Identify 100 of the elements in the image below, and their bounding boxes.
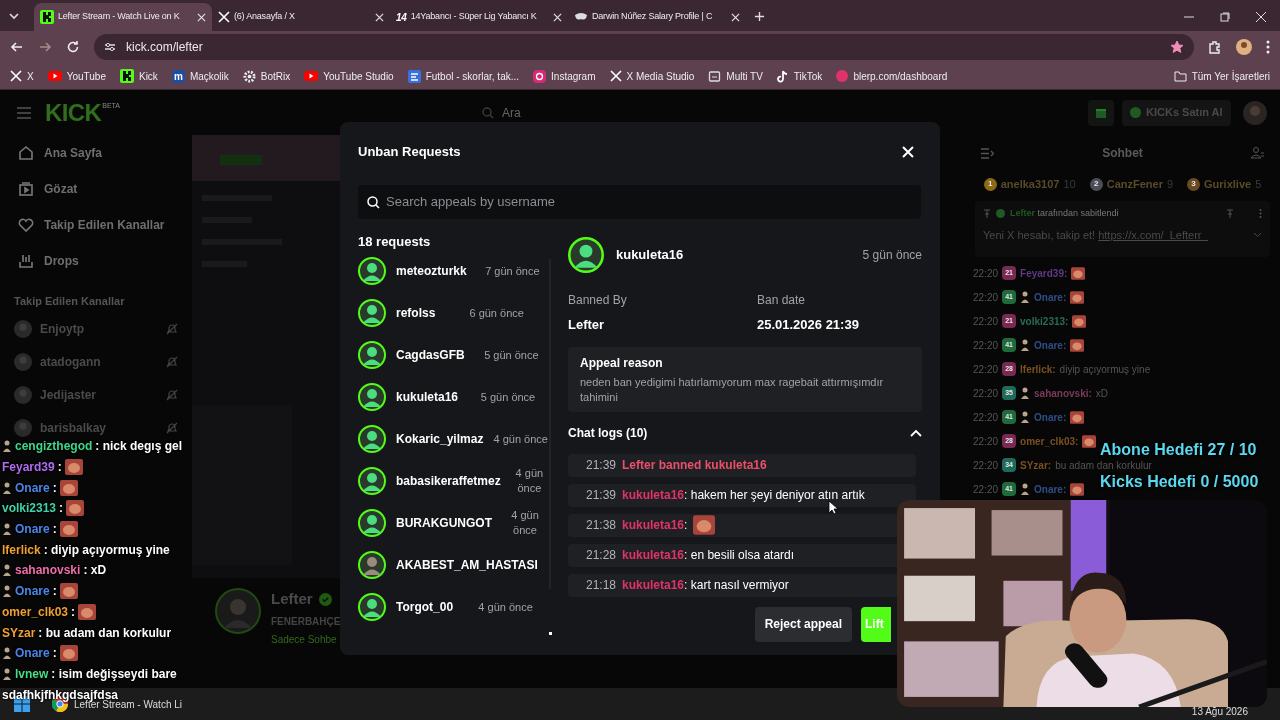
new-tab-icon[interactable]: [754, 11, 765, 22]
chat-username: Feyard39: [2, 459, 55, 477]
tab-list-icon[interactable]: [8, 10, 20, 22]
back-icon[interactable]: [10, 40, 24, 54]
request-item[interactable]: refolss 6 gün önce: [358, 292, 548, 334]
tv-icon: [708, 69, 722, 83]
x-logo-icon: [218, 11, 230, 23]
emote-icon: [1072, 314, 1087, 328]
avatar-icon: [358, 551, 386, 579]
log-message: : hakem her şeyi deniyor atın artık: [684, 487, 865, 504]
close-icon[interactable]: [375, 12, 384, 22]
figure-icon: [1020, 483, 1031, 495]
address-bar[interactable]: kick.com/lefter: [94, 34, 1194, 60]
mouse-cursor-icon: [828, 500, 838, 515]
reject-button[interactable]: Reject appeal: [754, 606, 852, 642]
folder-icon: [1173, 70, 1187, 82]
chat-message: diyip açıyormuş yine: [1059, 362, 1151, 377]
bookmark[interactable]: Instagram: [533, 68, 596, 84]
chat-message: xD: [1095, 386, 1109, 401]
extensions-icon[interactable]: [1208, 40, 1222, 54]
request-item[interactable]: BURAKGUNGOT 4 gün önce: [358, 502, 548, 544]
browser-tab[interactable]: Darwin Núñez Salary Profile | C: [568, 3, 746, 31]
bookmark[interactable]: blerp.com/dashboard: [836, 68, 948, 84]
figure-icon: [2, 647, 12, 660]
gift-button[interactable]: [1088, 99, 1114, 126]
search-field[interactable]: Search appeals by username: [358, 185, 921, 219]
bookmark[interactable]: Futbol - skorlar, tak...: [407, 68, 520, 84]
log-time: 21:18: [585, 577, 616, 594]
kick-logo-icon: [119, 69, 134, 83]
bookmark[interactable]: BotRix: [242, 68, 291, 84]
close-icon[interactable]: [553, 12, 562, 22]
browser-tab[interactable]: (6) Anasayfa / X: [212, 3, 390, 31]
scroll-indicator: [549, 632, 552, 635]
menu-icon[interactable]: [1266, 40, 1270, 54]
kick-logo-icon: [40, 10, 54, 24]
browser-tab[interactable]: Lefter Stream - Watch Live on K: [34, 3, 212, 31]
request-time: 5 gün önce: [479, 389, 537, 405]
bookmark[interactable]: Multi TV: [708, 68, 763, 84]
request-item[interactable]: meteozturkk 7 gün önce: [358, 250, 548, 292]
close-icon[interactable]: [1256, 12, 1266, 22]
close-icon[interactable]: [197, 12, 206, 22]
bookmark[interactable]: YouTube: [47, 68, 106, 84]
forward-icon[interactable]: [38, 40, 52, 54]
bookmark[interactable]: m Maçkolik: [171, 68, 229, 84]
field-label: Ban date: [756, 292, 806, 309]
request-time: 4 gün önce: [477, 599, 534, 615]
request-item[interactable]: kukuleta16 5 gün önce: [358, 376, 548, 418]
gift-icon: [1095, 106, 1107, 119]
restore-icon[interactable]: [1220, 12, 1230, 22]
reload-icon[interactable]: [66, 40, 80, 54]
bookmark[interactable]: Kick: [119, 68, 158, 84]
nav-item[interactable]: Drops: [0, 243, 190, 279]
request-item[interactable]: babasikeraffetmez 4 gün önce: [358, 460, 548, 502]
dialog-title: Unban Requests: [358, 143, 461, 162]
bookmark[interactable]: YouTube Studio: [304, 68, 394, 84]
chat-message: :: [52, 583, 57, 601]
emote-icon: [66, 500, 85, 517]
profile-avatar-icon[interactable]: [1236, 39, 1252, 55]
log-time: 21:28: [585, 547, 616, 564]
close-icon[interactable]: [731, 12, 740, 22]
browser-tab[interactable]: 14 14Yabancı - Süper Lig Yabancı K: [390, 3, 568, 31]
avatar-icon: [358, 509, 386, 537]
bookmark[interactable]: X: [10, 68, 34, 84]
appeal-time: 5 gün önce: [862, 247, 922, 264]
bookmark[interactable]: X Media Studio: [609, 68, 695, 84]
bookmark[interactable]: TikTok: [776, 68, 823, 84]
message-time: 22:20: [973, 314, 999, 329]
more-icon[interactable]: [1259, 209, 1262, 219]
nav-item[interactable]: Takip Edilen Kanallar: [0, 207, 190, 243]
users-icon[interactable]: [1251, 147, 1264, 159]
request-item[interactable]: Kokaric_yilmaz 4 gün önce: [358, 418, 548, 460]
search-field[interactable]: Ara: [478, 98, 758, 127]
request-item[interactable]: AKABEST_AM_HASTASI: [358, 544, 548, 586]
request-item[interactable]: CagdasGFB 5 gün önce: [358, 334, 548, 376]
chat-username: SYzar: [2, 624, 36, 642]
home-icon: [18, 145, 34, 161]
chat-message: :: [71, 603, 76, 621]
chat-message: : nick degış gel: [95, 438, 183, 456]
figure-icon: [2, 440, 12, 453]
heart-icon: [18, 217, 34, 233]
all-bookmarks-button[interactable]: Tüm Yer İşaretleri: [1173, 68, 1270, 84]
leader-name: Gurixlive: [1204, 176, 1252, 192]
log-time: 21:39: [585, 487, 616, 504]
leader-name: CanzFener: [1106, 176, 1163, 192]
collapse-icon[interactable]: [981, 147, 994, 159]
chat-logs-toggle[interactable]: Chat logs (10): [567, 422, 922, 443]
nav-item[interactable]: Ana Sayfa: [0, 135, 190, 171]
request-time: 4 gün önce: [493, 431, 548, 447]
chat-username: cengizthegod: [15, 438, 93, 456]
request-item[interactable]: Torgot_00 4 gün önce: [358, 586, 548, 628]
figure-icon: [1020, 411, 1031, 423]
star-icon[interactable]: [1170, 40, 1184, 54]
channel-name: Lefter: [271, 589, 313, 609]
nav-item[interactable]: Gözat: [0, 171, 190, 207]
avatar-icon: [14, 386, 32, 404]
log-message: : en besili olsa atardı: [684, 547, 795, 564]
site-settings-icon[interactable]: [104, 41, 116, 53]
rank-badge: 1: [983, 177, 997, 191]
avatar-icon: [358, 383, 386, 411]
request-time: 5 gün önce: [483, 347, 540, 363]
